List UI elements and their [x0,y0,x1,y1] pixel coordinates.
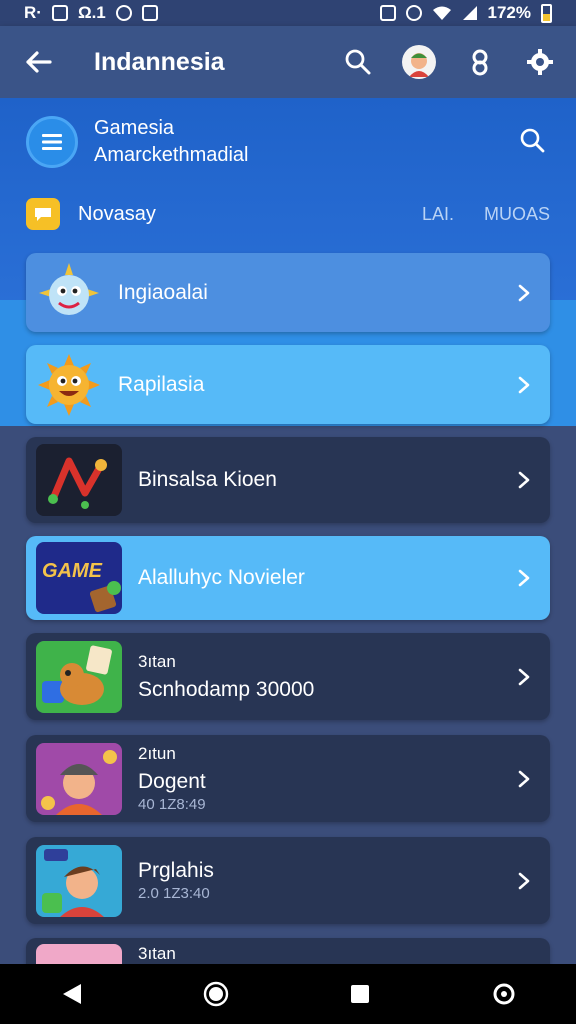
chevron-right-icon [504,861,544,901]
app-bar: Indannesia [0,26,576,98]
chevron-right-icon [504,759,544,799]
list-item-text: Binsalsa Kioen [138,468,504,492]
list-item-title: Prglahis [138,859,214,882]
list-item[interactable]: Rapilasia [26,345,550,424]
chevron-right-icon [504,365,544,405]
gear-icon[interactable] [524,46,556,78]
game-subtitle: Amarckethmadial [94,144,249,166]
sun-mascot-icon [36,352,102,418]
wood-block-icon [89,581,121,613]
list-item[interactable]: Binsalsa Kioen [26,437,550,523]
message-icon [51,5,68,21]
assistant-icon[interactable] [484,974,524,1014]
novasay-tabs: LAI. MUOAS [422,204,550,225]
character-thumb-icon [36,742,122,815]
list-item-title: Scnhodamp 30000 [138,677,315,701]
chevron-right-icon [504,273,544,313]
list-item-text: Rapilasia [118,373,504,397]
cloud-mascot-icon [36,260,102,326]
boy-thumb-icon [36,844,122,917]
list-item-pretitle: 3ıtan [138,651,176,671]
image-icon [141,5,158,21]
back-triangle-icon[interactable] [52,974,92,1014]
list-item[interactable]: Prglahis 2.0 1Z3:40 [26,837,550,924]
chevron-right-icon [504,558,544,598]
list-item-pretitle: 2ıtun [138,744,176,763]
wifi-icon [432,6,451,20]
list-item-text: 3ıtan Scnhodamp 30000 [138,652,504,702]
game-text: Gamesia Amarckethmadial [94,117,249,167]
list-item-title: Alalluhyc Novieler [138,566,305,589]
avatar[interactable] [402,45,436,79]
system-nav-bar [0,964,576,1024]
game-name: Gamesia [94,117,175,139]
header-search-icon[interactable] [520,128,546,159]
chevron-right-icon [504,460,544,500]
list-item-title: Dogent [138,770,206,793]
chat-icon [26,198,60,230]
tab-lai[interactable]: LAI. [422,204,454,225]
list-item-text: Ingiaoalai [118,281,504,305]
list-item-text: Prglahis 2.0 1Z3:40 [138,859,504,902]
signal-icon [462,6,477,20]
novasay-label: Novasay [78,202,156,225]
status-bar: R· Ω.1 172% [0,0,576,26]
profile-icon[interactable] [464,46,496,78]
status-right: 172% [379,3,552,23]
list-item-title: Rapilasia [118,372,205,396]
game-thumb: GAME [36,542,122,614]
app-bar-actions [342,45,556,79]
list-item-title: Ingiaoalai [118,280,208,304]
status-left: R· Ω.1 [24,3,158,23]
list-item[interactable]: GAME Alalluhyc Novieler [26,536,550,620]
carrier-text: Ω.1 [77,3,106,22]
list-item[interactable]: Ingiaoalai [26,253,550,332]
back-arrow-icon[interactable] [20,44,56,80]
notification-icon [115,5,132,21]
list-item-text: 2ıtun Dogent 40 1Z8:49 [138,744,504,813]
animal-thumb-icon [36,640,122,713]
status-left-text: R· [24,3,42,22]
alarm-icon [405,5,422,21]
list-item[interactable]: 2ıtun Dogent 40 1Z8:49 [26,735,550,822]
battery-icon [541,3,552,23]
tab-muoas[interactable]: MUOAS [484,204,550,225]
list-item-text: Alalluhyc Novieler [138,566,504,590]
game-info[interactable]: Gamesia Amarckethmadial [26,116,249,168]
list-item-meta: 40 1Z8:49 [138,796,206,813]
recents-square-icon[interactable] [340,974,380,1014]
chart-thumb-icon [36,444,122,516]
chevron-right-icon [504,657,544,697]
battery-text: 172% [487,3,531,22]
list-item-title: Binsalsa Kioen [138,468,277,491]
vibrate-icon [379,5,396,21]
list-item-meta: 2.0 1Z3:40 [138,885,210,902]
page-title: Indannesia [94,47,225,76]
home-circle-icon[interactable] [196,974,236,1014]
menu-list-icon [26,116,78,168]
list-item[interactable]: 3ıtan Scnhodamp 30000 [26,633,550,720]
novasay-row: Novasay LAI. MUOAS [26,198,550,230]
list-item-pretitle: 3ıtan [138,944,176,963]
search-icon[interactable] [342,46,374,78]
